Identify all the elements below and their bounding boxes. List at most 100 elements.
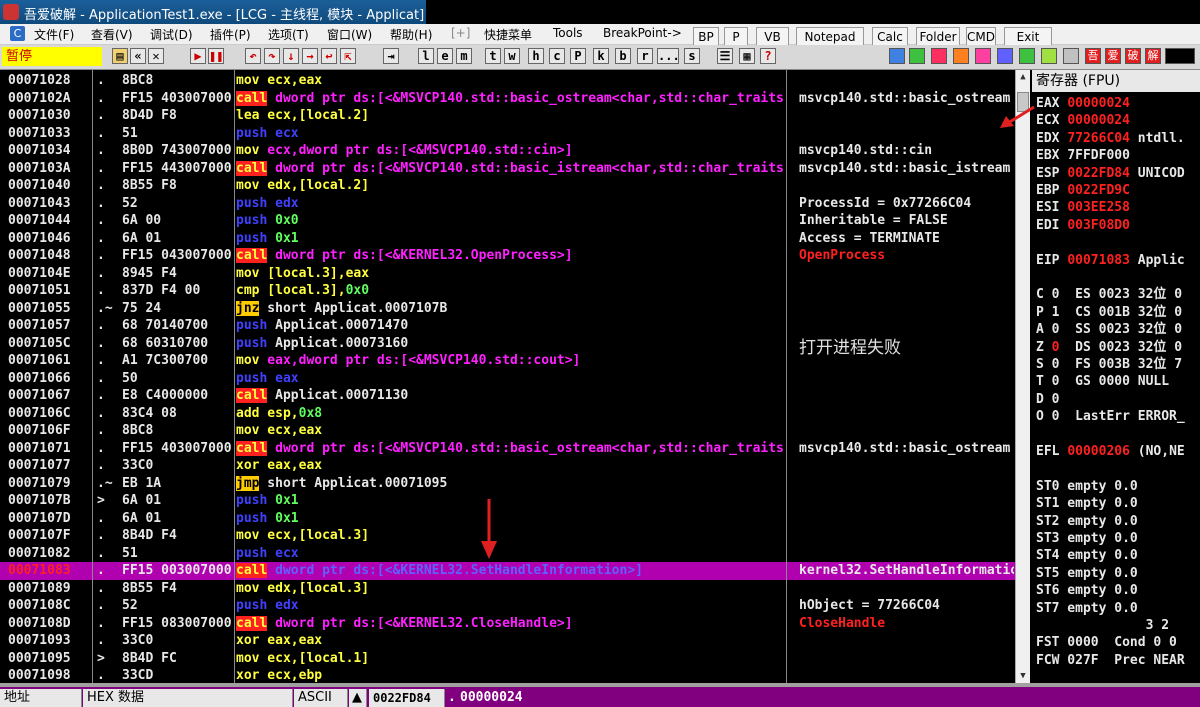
register-row[interactable]: ST6 empty 0.0 bbox=[1036, 582, 1138, 599]
notepad-button[interactable]: Notepad bbox=[796, 27, 864, 47]
scroll-up-small-icon[interactable]: ▲ bbox=[349, 689, 367, 707]
step-over-icon[interactable]: ↷ bbox=[264, 48, 280, 64]
register-row[interactable]: ST2 empty 0.0 bbox=[1036, 513, 1138, 530]
disasm-row[interactable]: 00071095 >8B4D FC mov ecx,[local.1] bbox=[0, 650, 1015, 668]
trace-over-icon[interactable]: → bbox=[302, 48, 318, 64]
restart-icon[interactable]: « bbox=[130, 48, 146, 64]
menu-tools[interactable]: Tools bbox=[553, 26, 583, 40]
register-row[interactable]: EIP 00071083 Applic bbox=[1036, 252, 1185, 269]
executables-button[interactable]: e bbox=[437, 48, 453, 64]
hex-column-header[interactable]: HEX 数据 bbox=[83, 689, 293, 707]
menu-plus[interactable]: [+] bbox=[451, 26, 470, 40]
wuai-button-3[interactable]: 破 bbox=[1125, 48, 1141, 64]
register-row[interactable]: ST4 empty 0.0 bbox=[1036, 547, 1138, 564]
register-row[interactable]: D 0 bbox=[1036, 391, 1059, 408]
disasm-row[interactable]: 00071089. 8B55 F4 mov edx,[local.3] bbox=[0, 580, 1015, 598]
register-value[interactable]: 00000206 bbox=[1067, 444, 1130, 459]
breakpoints-button[interactable]: b bbox=[615, 48, 631, 64]
register-row[interactable]: ST0 empty 0.0 bbox=[1036, 478, 1138, 495]
disasm-row[interactable]: 00071057. 68 70140700 push Applicat.000714… bbox=[0, 317, 1015, 335]
bp-button[interactable]: BP bbox=[693, 27, 719, 47]
register-row[interactable]: O 0 LastErr ERROR_ bbox=[1036, 408, 1185, 425]
register-row[interactable]: FST 0000 Cond 0 0 bbox=[1036, 634, 1177, 651]
folder-button[interactable]: Folder bbox=[916, 27, 960, 47]
register-value[interactable]: 003F08D0 bbox=[1067, 218, 1130, 233]
plugin-blue-icon[interactable] bbox=[889, 48, 905, 64]
register-row[interactable]: Z 0 DS 0023 32位 0 bbox=[1036, 339, 1182, 356]
disasm-row[interactable]: 00071046. 6A 01 push 0x1 Access = TERMINATE bbox=[0, 230, 1015, 248]
plugin-target-icon[interactable] bbox=[975, 48, 991, 64]
register-row[interactable]: EFL 00000206 (NO,NE bbox=[1036, 443, 1185, 460]
close-icon[interactable]: ✕ bbox=[148, 48, 164, 64]
disasm-row[interactable]: 0007106F. 8BC8 mov ecx,eax bbox=[0, 422, 1015, 440]
disasm-row[interactable]: 0007108C. 52 push edx hObject = 77266C04 bbox=[0, 597, 1015, 615]
register-row[interactable]: ST5 empty 0.0 bbox=[1036, 565, 1138, 582]
wuai-button-1[interactable]: 吾 bbox=[1085, 48, 1101, 64]
plugin-keyboard-icon[interactable] bbox=[1063, 48, 1079, 64]
disassembly-scrollbar[interactable]: ▲ ▼ bbox=[1015, 70, 1030, 683]
disasm-row[interactable]: 00071093. 33C0 xor eax,eax bbox=[0, 632, 1015, 650]
disassembly-pane[interactable]: 00071028. 8BC8 mov ecx,eax 0007102A. FF15 40… bbox=[0, 70, 1029, 683]
register-row[interactable]: EDI 003F08D0 bbox=[1036, 217, 1130, 234]
disasm-row[interactable]: 00071083. FF15 003007000 call dword ptr ds… bbox=[0, 562, 1015, 580]
disasm-row[interactable]: 00071043. 52 push edx ProcessId = 0x77266C0… bbox=[0, 195, 1015, 213]
execute-till-return-icon[interactable]: ↩ bbox=[321, 48, 337, 64]
cpu-button[interactable]: c bbox=[549, 48, 565, 64]
menu-file[interactable]: 文件(F) bbox=[34, 26, 74, 43]
register-row[interactable]: S 0 FS 003B 32位 7 bbox=[1036, 356, 1182, 373]
register-value[interactable]: 00071083 bbox=[1067, 253, 1130, 268]
disasm-row[interactable]: 0007103A. FF15 443007000 call dword ptr ds… bbox=[0, 160, 1015, 178]
disasm-row[interactable]: 00071034. 8B0D 743007000 mov ecx,dword ptr… bbox=[0, 142, 1015, 160]
disasm-row[interactable]: 00071030. 8D4D F8 lea ecx,[local.2] bbox=[0, 107, 1015, 125]
register-row[interactable]: ST7 empty 0.0 bbox=[1036, 600, 1138, 617]
register-value[interactable]: 00000024 bbox=[1067, 96, 1130, 111]
menu-plugins[interactable]: 插件(P) bbox=[210, 26, 251, 43]
registers-pane[interactable]: 寄存器 (FPU) EAX 00000024 ECX 00000024 EDX 77… bbox=[1032, 70, 1200, 683]
register-value[interactable]: 0022FD84 bbox=[1067, 166, 1130, 181]
disasm-row[interactable]: 00071098. 33CD xor ecx,ebp bbox=[0, 667, 1015, 685]
disasm-row[interactable]: 00071044. 6A 00 push 0x0 Inheritable = FALS… bbox=[0, 212, 1015, 230]
menu-window[interactable]: 窗口(W) bbox=[327, 26, 372, 43]
disasm-row[interactable]: 00071079 .~ EB 1A jmp short Applicat.000710… bbox=[0, 475, 1015, 493]
plugin-red-circle-icon[interactable] bbox=[953, 48, 969, 64]
register-row[interactable]: EBX 7FFDF000 bbox=[1036, 147, 1130, 164]
calc-button[interactable]: Calc bbox=[872, 27, 908, 47]
stack-address[interactable]: 0022FD84 bbox=[369, 689, 445, 707]
register-row[interactable]: EAX 00000024 bbox=[1036, 95, 1130, 112]
exit-button[interactable]: Exit bbox=[1004, 27, 1052, 47]
open-icon[interactable]: ▤ bbox=[112, 48, 128, 64]
source-button[interactable]: s bbox=[684, 48, 700, 64]
references-button[interactable]: r bbox=[637, 48, 653, 64]
disasm-row[interactable]: 0007108D. FF15 083007000 call dword ptr ds… bbox=[0, 615, 1015, 633]
cmd-button[interactable]: CMD bbox=[966, 27, 996, 47]
disasm-row[interactable]: 00071066. 50 push eax bbox=[0, 370, 1015, 388]
disasm-row[interactable]: 0007107D. 6A 01 push 0x1 bbox=[0, 510, 1015, 528]
step-into-icon[interactable]: ↶ bbox=[245, 48, 261, 64]
disasm-row[interactable]: 00071028. 8BC8 mov ecx,eax bbox=[0, 72, 1015, 90]
ascii-column-header[interactable]: ASCII bbox=[294, 689, 348, 707]
options-icon[interactable]: ☰ bbox=[717, 48, 733, 64]
goto-icon[interactable]: ⇥ bbox=[383, 48, 399, 64]
register-row[interactable]: ECX 00000024 bbox=[1036, 112, 1130, 129]
wuai-button-2[interactable]: 爱 bbox=[1105, 48, 1121, 64]
disasm-row[interactable]: 00071048. FF15 043007000 call dword ptr ds… bbox=[0, 247, 1015, 265]
log-window-button[interactable]: l bbox=[418, 48, 434, 64]
register-value[interactable]: 003EE258 bbox=[1067, 200, 1130, 215]
scroll-up-icon[interactable]: ▲ bbox=[1016, 72, 1030, 82]
run-trace-button[interactable]: ... bbox=[657, 48, 680, 64]
menu-breakpoint[interactable]: BreakPoint-> bbox=[603, 26, 682, 40]
register-value[interactable]: 77266C04 bbox=[1067, 131, 1130, 146]
menu-debug[interactable]: 调试(D) bbox=[150, 26, 193, 43]
disasm-row[interactable]: 00071067. E8 C4000000 call Applicat.000711… bbox=[0, 387, 1015, 405]
threads-button[interactable]: t bbox=[485, 48, 501, 64]
disasm-row[interactable]: 00071055 .~ 75 24 jnz short Applicat.000710… bbox=[0, 300, 1015, 318]
register-row[interactable]: T 0 GS 0000 NULL bbox=[1036, 373, 1169, 390]
animate-icon[interactable]: ⇱ bbox=[340, 48, 356, 64]
register-row[interactable]: ST1 empty 0.0 bbox=[1036, 495, 1138, 512]
menu-options[interactable]: 选项(T) bbox=[268, 26, 309, 43]
register-row[interactable]: ESI 003EE258 bbox=[1036, 199, 1130, 216]
trace-into-icon[interactable]: ↓ bbox=[283, 48, 299, 64]
disasm-row[interactable]: 0007104E. 8945 F4 mov [local.3],eax bbox=[0, 265, 1015, 283]
disasm-row[interactable]: 00071071. FF15 403007000 call dword ptr ds… bbox=[0, 440, 1015, 458]
handles-button[interactable]: h bbox=[528, 48, 544, 64]
